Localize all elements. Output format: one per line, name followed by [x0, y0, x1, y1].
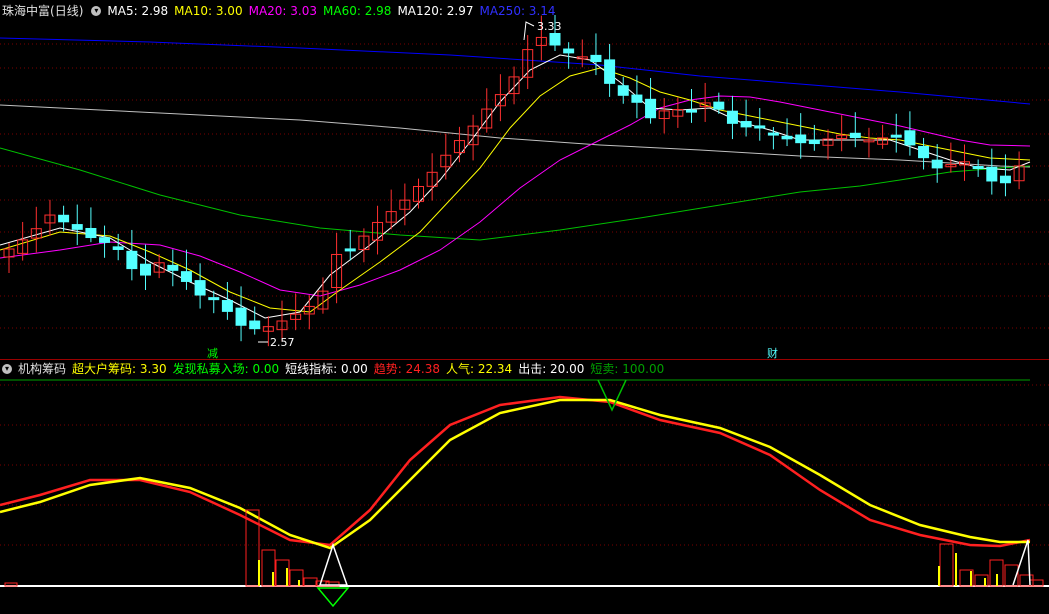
high-marker — [523, 21, 535, 41]
indicator-chaodahu: 超大户筹码: 3.30 — [72, 362, 167, 376]
indicator-duanxian: 短线指标: 0.00 — [285, 362, 368, 376]
candle-down — [999, 175, 1011, 184]
holder-bar-0 — [245, 509, 260, 587]
low-price-label: 2.57 — [270, 336, 295, 349]
yellow-bar-7 — [984, 578, 986, 586]
candle-down — [931, 159, 943, 169]
holder-bar-2 — [275, 559, 290, 587]
candle-down — [126, 250, 138, 270]
yellow-bar-1 — [272, 572, 274, 586]
holder-bar-5 — [315, 580, 330, 587]
event-marker-left[interactable]: 减 — [207, 345, 218, 361]
holder-bar-13 — [1029, 579, 1044, 587]
candle-down — [617, 85, 629, 96]
candle-down — [221, 300, 233, 312]
sub-settings-icon[interactable]: ▾ — [2, 364, 12, 374]
candle-down — [849, 132, 861, 139]
yellow-bar-4 — [938, 566, 940, 586]
candle-down — [194, 280, 206, 296]
trend-line — [0, 395, 1031, 548]
buy-signal-green-marker — [316, 587, 350, 608]
yellow-bar-0 — [258, 560, 260, 586]
candle-down — [344, 248, 356, 252]
ma120-line — [0, 104, 1031, 168]
candle-down — [918, 145, 930, 159]
holder-bar-7 — [939, 543, 954, 587]
candle-down — [686, 109, 697, 113]
candle-down — [631, 94, 643, 103]
sell-signal-marker — [597, 379, 627, 412]
candle-down — [808, 139, 820, 145]
sub-chart-header: ▾ 机构筹码 超大户筹码: 3.30 发现私募入场: 0.00 短线指标: 0.… — [0, 360, 670, 378]
candle-down — [645, 98, 657, 119]
candle-down — [767, 132, 779, 136]
candle-down — [754, 125, 766, 129]
holder-bar-8 — [959, 569, 974, 587]
popularity-line — [0, 398, 1030, 550]
buy-signal-triangle — [318, 542, 349, 586]
candle-down — [549, 33, 561, 46]
sub-chart-title: 机构筹码 — [18, 362, 67, 376]
holder-bar-11 — [1004, 564, 1019, 587]
indicator-chuji: 出击: 20.00 — [518, 362, 585, 376]
stock-chart-window: 珠海中富 (日线) ▾ MA5: 2.98 MA10: 3.00 MA20: 3… — [0, 0, 1049, 614]
event-marker-right[interactable]: 财 — [767, 345, 778, 361]
candlestick-chart[interactable] — [0, 0, 1049, 360]
holder-bar-10 — [989, 559, 1004, 587]
candle-down — [740, 121, 752, 128]
candle-down — [713, 101, 725, 110]
candle-down — [781, 135, 793, 140]
candle-down — [112, 246, 124, 250]
candle-down — [563, 48, 575, 54]
ma10-line — [0, 67, 1031, 313]
indicator-renqi: 人气: 22.34 — [445, 362, 513, 376]
candle-down — [249, 320, 261, 330]
yellow-bar-6 — [970, 571, 972, 586]
candle-down — [590, 54, 602, 63]
ma5-line — [0, 54, 1031, 319]
candle-down — [235, 307, 247, 326]
candle-down — [85, 227, 97, 239]
high-price-label: 3.33 — [537, 20, 562, 33]
indicator-simu: 发现私募入场: 0.00 — [172, 362, 280, 376]
yellow-bar-5 — [955, 553, 957, 586]
indicator-qushi: 趋势: 24.38 — [373, 362, 440, 376]
candle-down — [904, 130, 916, 146]
candle-down — [726, 110, 738, 124]
holder-bar-12 — [1019, 574, 1034, 587]
holder-bar-3 — [289, 569, 304, 587]
indicator-duanmai: 短卖: 100.00 — [590, 362, 665, 376]
buy-signal-triangle-right — [1012, 539, 1031, 586]
candle-down — [180, 271, 192, 282]
candle-down — [99, 237, 111, 243]
holder-bar-start — [4, 582, 18, 587]
candle-down — [972, 166, 984, 170]
ma60-line — [0, 147, 1031, 241]
ma250-line — [0, 37, 1031, 105]
yellow-bar-8 — [996, 574, 998, 586]
holder-bar-6 — [325, 581, 340, 587]
yellow-bar-2 — [286, 568, 288, 586]
candle-down — [986, 166, 998, 182]
candle-down — [71, 224, 83, 230]
candle-down — [890, 134, 902, 138]
candle-down — [208, 297, 220, 301]
candle-down — [604, 59, 616, 84]
holder-bar-9 — [974, 574, 989, 587]
candle-down — [167, 264, 179, 271]
candle-down — [795, 134, 807, 144]
yellow-bar-3 — [298, 580, 300, 586]
holder-bar-4 — [303, 577, 318, 587]
candle-down — [58, 214, 70, 223]
holder-bar-1 — [261, 549, 276, 587]
candle-down — [140, 263, 151, 276]
